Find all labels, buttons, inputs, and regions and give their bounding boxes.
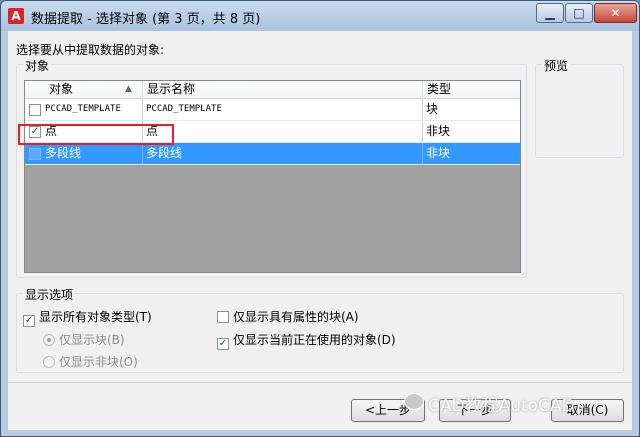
watermark-text: CAD教程AutoCAD [428, 396, 575, 416]
sort-ascending-icon: ▲ [125, 84, 132, 94]
display-options-label: 显示选项 [23, 286, 76, 303]
objects-group: 对象 对象 ▲ 显示名称 类型 PCCAD_TEMPLATE PCCAD_TEM… [16, 57, 527, 278]
type-cell: 非块 [426, 146, 451, 160]
table-row[interactable]: PCCAD_TEMPLATE PCCAD_TEMPLATE 块 [25, 99, 520, 121]
blocks-only-radio[interactable]: 仅显示块(B) [43, 331, 125, 348]
button-area-divider [8, 382, 632, 383]
type-cell: 块 [426, 102, 439, 116]
autocad-logo-icon: A [8, 8, 24, 24]
display-name-cell: 多段线 [143, 143, 423, 164]
objects-group-label: 对象 [23, 57, 52, 74]
in-use-only-label: 仅显示当前正在使用的对象(D) [233, 333, 396, 347]
show-all-types-checkbox[interactable]: ✓ 显示所有对象类型(T) [23, 308, 152, 327]
type-cell: 非块 [426, 124, 451, 138]
title-bar[interactable]: A 数据提取 - 选择对象 (第 3 页，共 8 页) ▁ □ ✕ [1, 1, 639, 31]
display-name-cell: PCCAD_TEMPLATE [143, 99, 423, 120]
dialog-content: 选择要从中提取数据的对象: 对象 对象 ▲ 显示名称 类型 PCCAD_TEMP… [8, 31, 632, 430]
display-name-cell: 点 [143, 121, 423, 142]
nonblocks-only-radio[interactable]: 仅显示非块(O) [43, 353, 138, 370]
blocks-with-attributes-label: 仅显示具有属性的块(A) [233, 310, 359, 324]
preview-group: 预览 [535, 57, 624, 158]
nonblocks-only-label: 仅显示非块(O) [59, 355, 138, 369]
radio-indicator [43, 334, 55, 346]
column-header-object-label: 对象 [49, 82, 74, 96]
select-objects-prompt: 选择要从中提取数据的对象: [16, 43, 165, 57]
data-extraction-dialog: A 数据提取 - 选择对象 (第 3 页，共 8 页) ▁ □ ✕ 选择要从中提… [0, 0, 640, 437]
blocks-with-attributes-checkbox[interactable]: 仅显示具有属性的块(A) [217, 308, 359, 325]
radio-indicator [43, 356, 55, 368]
wechat-watermark-icon [404, 393, 424, 410]
display-options-group: 显示选项 ✓ 显示所有对象类型(T) 仅显示块(B) 仅显示非块(O) 仅显示具有… [16, 286, 624, 373]
column-header-type[interactable]: 类型 [423, 81, 520, 99]
column-header-object[interactable]: 对象 ▲ [25, 81, 143, 99]
minimize-button[interactable]: ▁ [536, 3, 564, 23]
list-header: 对象 ▲ 显示名称 类型 [25, 81, 520, 99]
checkbox-box [217, 311, 229, 323]
close-button[interactable]: ✕ [594, 3, 637, 23]
object-name-cell: 多段线 [45, 143, 143, 164]
object-name-cell: PCCAD_TEMPLATE [45, 99, 143, 120]
maximize-button[interactable]: □ [565, 3, 593, 23]
checkbox-box: ✓ [217, 338, 229, 350]
show-all-types-label: 显示所有对象类型(T) [39, 310, 152, 324]
red-highlight-annotation [18, 124, 174, 145]
row-checkbox[interactable] [29, 104, 41, 116]
objects-list[interactable]: 对象 ▲ 显示名称 类型 PCCAD_TEMPLATE PCCAD_TEMPLA… [24, 80, 521, 273]
blocks-only-label: 仅显示块(B) [59, 333, 125, 347]
checkbox-box: ✓ [23, 315, 35, 327]
in-use-only-checkbox[interactable]: ✓ 仅显示当前正在使用的对象(D) [217, 331, 396, 350]
column-header-display-name[interactable]: 显示名称 [143, 81, 423, 99]
table-row[interactable]: 多段线 多段线 非块 [25, 143, 520, 165]
preview-group-label: 预览 [542, 57, 571, 74]
row-checkbox[interactable] [29, 148, 41, 160]
window-title: 数据提取 - 选择对象 (第 3 页，共 8 页) [31, 12, 261, 27]
